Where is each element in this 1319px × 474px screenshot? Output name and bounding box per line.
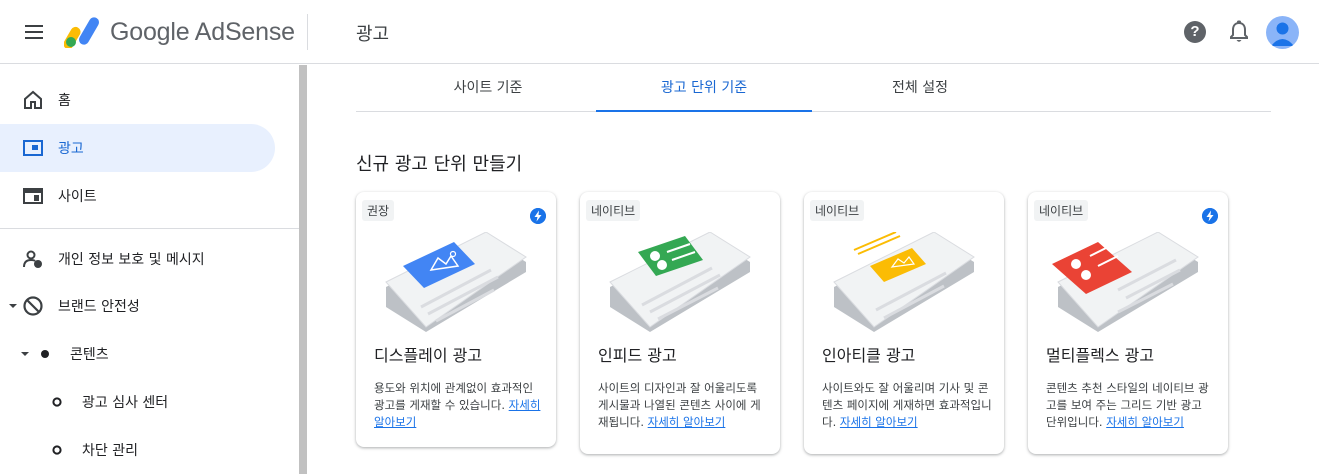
tab-bar: 사이트 기준 광고 단위 기준 전체 설정: [356, 65, 1271, 112]
card-display-ads[interactable]: 권장 디스플레이 광고 용도와 위치에 관계없이 효과적인 광고를 게재할 수 …: [356, 192, 556, 447]
card-inarticle-ads[interactable]: 네이티브 인아티클 광고 사이트와도 잘 어울리며 기사 및 콘텐츠 페이지에 …: [804, 192, 1004, 454]
sidebar-item-label: 광고 심사 센터: [82, 395, 169, 411]
sidebar-scrollbar[interactable]: [299, 65, 307, 474]
phone-illustration: [385, 232, 527, 332]
card-title: 인아티클 광고: [822, 346, 916, 365]
sidebar-item-label: 개인 정보 보호 및 메시지: [58, 252, 205, 268]
card-title: 멀티플렉스 광고: [1046, 346, 1155, 365]
sidebar-item-label: 홈: [58, 93, 71, 109]
top-app-bar: Google AdSense 광고 ?: [0, 0, 1319, 64]
sidebar-item-label: 콘텐츠: [70, 347, 109, 363]
phone-illustration: [609, 232, 751, 332]
ads-icon: [23, 140, 43, 156]
phone-illustration: [833, 232, 975, 332]
card-description: 콘텐츠 추천 스타일의 네이티브 광고를 보여 주는 그리드 기반 광고 단위입…: [1046, 380, 1216, 431]
card-multiplex-ads[interactable]: 네이티브 멀티플렉스 광고 콘텐츠 추천 스타일의 네이티브 광고를 보여 주는…: [1028, 192, 1228, 454]
circle-icon: [52, 397, 62, 407]
card-badge: 네이티브: [1034, 200, 1089, 221]
sidebar-item-sites[interactable]: 사이트: [0, 172, 275, 220]
card-title: 디스플레이 광고: [374, 346, 483, 365]
menu-icon[interactable]: [18, 20, 50, 44]
bell-icon[interactable]: [1228, 20, 1250, 44]
home-icon: [24, 90, 42, 109]
header-divider: [307, 14, 308, 50]
card-description: 용도와 위치에 관계없이 효과적인 광고를 게재할 수 있습니다. 자세히 알아…: [374, 380, 544, 431]
tab-by-site[interactable]: 사이트 기준: [380, 65, 596, 112]
sidebar-item-privacy[interactable]: 개인 정보 보호 및 메시지: [0, 235, 275, 283]
circle-icon: [52, 445, 62, 455]
sidebar-item-label: 차단 관리: [82, 443, 138, 459]
section-title: 신규 광고 단위 만들기: [356, 154, 523, 175]
phone-illustration: [1052, 232, 1199, 332]
sidebar-divider: [0, 228, 299, 229]
card-description: 사이트의 디자인과 잘 어울리도록 게시물과 나열된 콘텐츠 사이에 게재됩니다…: [598, 380, 768, 431]
bolt-icon: [1202, 208, 1218, 224]
privacy-icon: [23, 250, 42, 268]
adsense-logo: [64, 17, 99, 48]
user-icon: [1271, 22, 1294, 46]
sidebar-item-ads[interactable]: 광고: [0, 124, 275, 172]
card-description: 사이트와도 잘 어울리며 기사 및 콘텐츠 페이지에 게재하면 효과적입니다. …: [822, 380, 992, 431]
dot-icon: [41, 350, 49, 358]
card-title: 인피드 광고: [598, 346, 677, 365]
site-icon: [23, 188, 43, 204]
sidebar-item-ad-review[interactable]: 광고 심사 센터: [0, 378, 275, 426]
sidebar-item-label: 광고: [58, 141, 84, 157]
sidebar-item-home[interactable]: 홈: [0, 76, 275, 124]
sidebar-item-brand-safety[interactable]: 브랜드 안전성: [0, 282, 275, 330]
card-badge: 권장: [362, 200, 395, 221]
sidebar-item-label: 브랜드 안전성: [58, 299, 140, 315]
sidebar-item-blocking[interactable]: 차단 관리: [0, 426, 275, 474]
block-icon: [23, 296, 43, 316]
card-badge: 네이티브: [586, 200, 641, 221]
brand-name: Google AdSense: [110, 18, 295, 46]
sidebar-item-label: 사이트: [58, 189, 97, 205]
bolt-icon: [530, 208, 546, 224]
avatar[interactable]: [1266, 16, 1299, 49]
help-icon[interactable]: ?: [1184, 21, 1206, 43]
tab-by-ad-unit[interactable]: 광고 단위 기준: [596, 65, 812, 112]
learn-more-link[interactable]: 자세히 알아보기: [648, 415, 726, 429]
learn-more-link[interactable]: 자세히 알아보기: [1106, 415, 1184, 429]
page-title: 광고: [356, 24, 390, 45]
card-infeed-ads[interactable]: 네이티브 인피드 광고 사이트의 디자인과 잘 어울리도록 게시물과 나열된 콘…: [580, 192, 780, 454]
learn-more-link[interactable]: 자세히 알아보기: [840, 415, 918, 429]
card-badge: 네이티브: [810, 200, 865, 221]
sidebar-item-content[interactable]: 콘텐츠: [0, 330, 275, 378]
tab-global-settings[interactable]: 전체 설정: [812, 65, 1028, 112]
